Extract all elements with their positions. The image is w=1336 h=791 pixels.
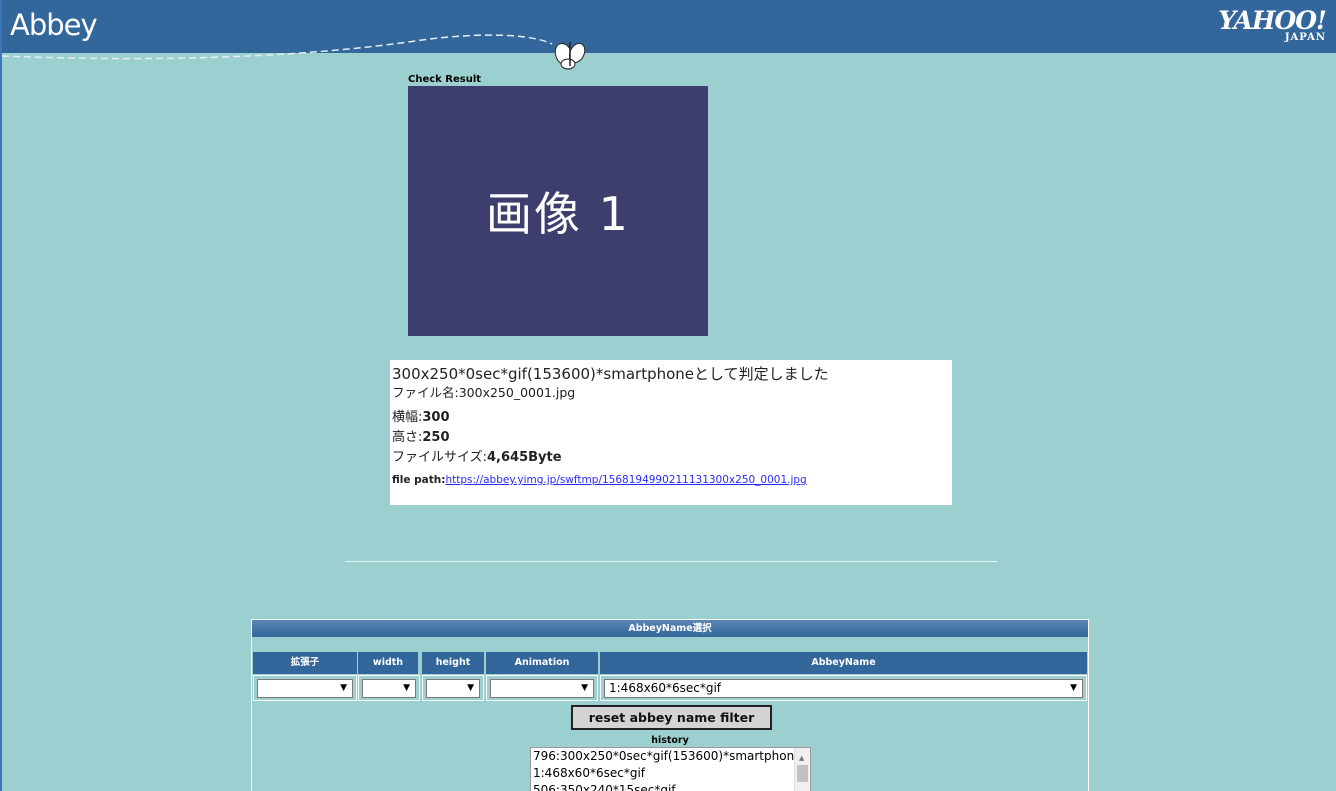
animation-filter-cell: ▼ [486,675,598,701]
chevron-down-icon: ▼ [340,683,347,693]
chevron-down-icon: ▼ [403,683,410,693]
yahoo-logo-text: YAHOO! [1218,6,1327,35]
width-select[interactable]: ▼ [362,679,416,698]
file-size-row: ファイルサイズ:4,645Byte [392,448,950,468]
column-header-height: height [422,652,484,674]
file-path-row: file path:https://abbey.yimg.jp/swftmp/1… [392,474,950,486]
file-size-value: 4,645Byte [487,450,562,465]
history-item[interactable]: 506:350x240*15sec*gif [533,782,810,791]
history-item[interactable]: 1:468x60*6sec*gif [533,765,810,782]
file-path-link[interactable]: https://abbey.yimg.jp/swftmp/15681949902… [445,474,806,486]
column-header-width: width [358,652,418,674]
abbey-name-select[interactable]: 1:468x60*6sec*gif ▼ [604,679,1083,698]
height-select[interactable]: ▼ [426,679,480,698]
height-label: 高さ: [392,430,423,445]
file-name-value: 300x250_0001.jpg [458,385,576,400]
history-label: history [651,735,689,746]
file-path-label: file path: [392,474,446,486]
result-headline: 300x250*0sec*gif(153600)*smartphoneとして判定… [392,365,829,383]
check-result-box: 300x250*0sec*gif(153600)*smartphoneとして判定… [390,360,952,505]
width-value: 300 [422,410,450,425]
check-result-title: Check Result [408,74,482,85]
file-name-row: ファイル名:300x250_0001.jpg [392,384,950,402]
butterfly-trail-icon [2,34,586,70]
abbey-name-select-value: 1:468x60*6sec*gif [609,681,721,695]
chevron-down-icon: ▼ [581,683,588,693]
extension-select[interactable]: ▼ [257,679,353,698]
reset-abbey-name-filter-button[interactable]: reset abbey name filter [571,705,772,730]
width-label: 横幅: [392,410,423,425]
height-row: 高さ:250 [392,428,950,448]
history-scrollbar[interactable]: ▲ [794,748,810,791]
column-header-animation: Animation [486,652,598,674]
chevron-down-icon: ▼ [1070,683,1077,693]
width-row: 横幅:300 [392,408,950,428]
height-filter-cell: ▼ [422,675,484,701]
extension-filter-cell: ▼ [253,675,357,701]
site-header: Abbey YAHOO! JAPAN [2,0,1336,70]
banner-preview-image: 画像 1 [408,86,708,336]
abbey-name-panel: AbbeyName選択 拡張子 width height Animation A… [251,619,1089,791]
preview-label: 画像 1 [486,187,630,241]
animation-select[interactable]: ▼ [490,679,594,698]
height-value: 250 [422,430,450,445]
yahoo-japan-logo[interactable]: YAHOO! JAPAN [1218,6,1327,43]
column-header-abbey-name: AbbeyName [600,652,1087,674]
panel-title: AbbeyName選択 [252,620,1088,637]
file-size-label: ファイルサイズ: [392,450,487,465]
column-header-extension: 拡張子 [253,652,357,674]
file-name-label: ファイル名: [392,385,459,400]
japan-logo-text: JAPAN [1284,32,1326,43]
width-filter-cell: ▼ [358,675,420,701]
abbey-name-filter-cell: 1:468x60*6sec*gif ▼ [600,675,1087,701]
chevron-down-icon: ▼ [467,683,474,693]
history-listbox[interactable]: 796:300x250*0sec*gif(153600)*smartphone … [530,747,811,791]
history-item[interactable]: 796:300x250*0sec*gif(153600)*smartphone [533,748,810,765]
section-divider [345,561,997,562]
scrollbar-thumb[interactable] [797,765,808,782]
